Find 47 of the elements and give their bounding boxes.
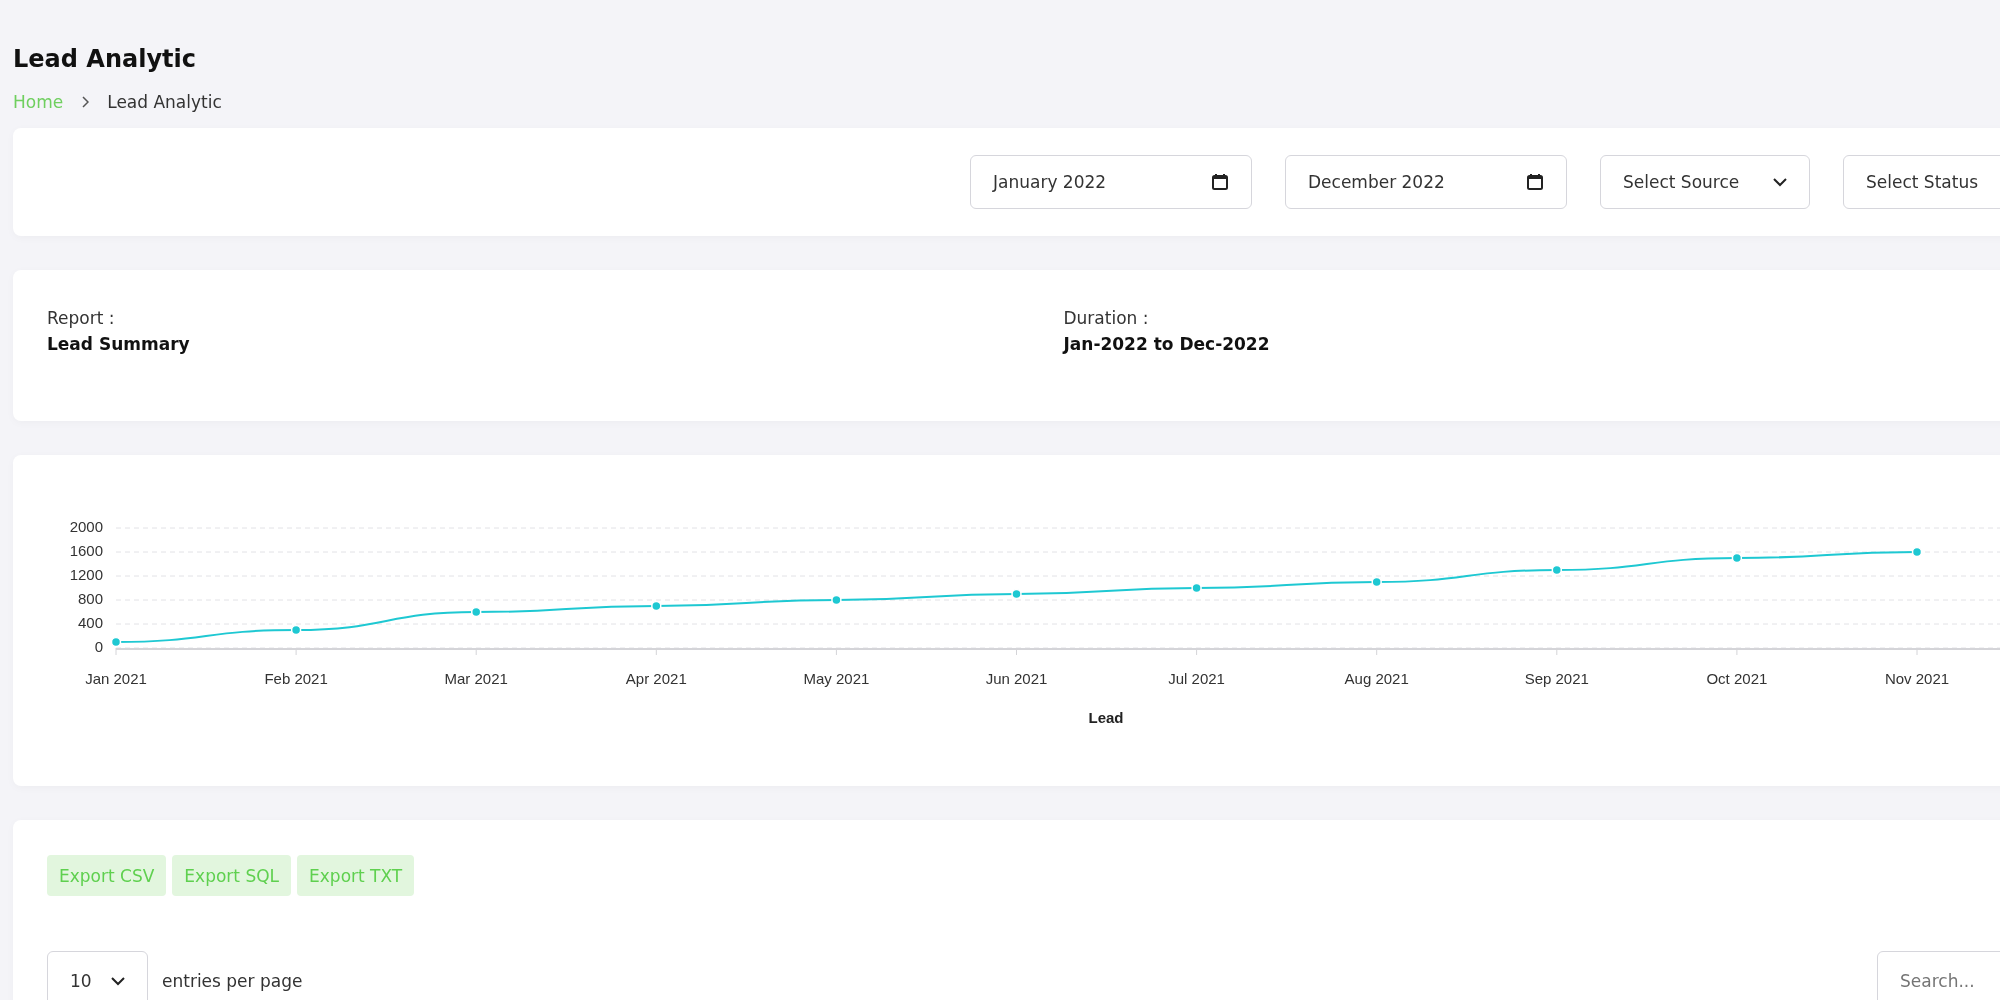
data-point — [1371, 576, 1382, 588]
data-point — [1911, 546, 1923, 558]
entries-label: entries per page — [162, 971, 303, 991]
data-point — [1551, 564, 1563, 576]
x-axis-label: Mar 2021 — [444, 670, 508, 687]
date-field[interactable]: December 2022 — [1285, 155, 1567, 209]
calendar-icon — [1211, 173, 1229, 191]
x-axis-label: Nov 2021 — [1884, 670, 1950, 687]
data-point — [651, 600, 662, 612]
duration-label: Duration : — [1063, 308, 1150, 328]
calendar-icon — [1526, 173, 1544, 191]
x-axis-label: Aug 2021 — [1344, 670, 1409, 687]
data-point — [470, 606, 482, 618]
series-label: Lead — [1088, 709, 1124, 726]
y-axis-label: 1200 — [69, 566, 103, 583]
x-axis-label: Feb 2021 — [264, 670, 328, 687]
x-axis-label: May 2021 — [803, 670, 870, 687]
x-axis-label: Jul 2021 — [1168, 670, 1225, 687]
date-field[interactable]: January 2022 — [970, 155, 1252, 209]
breadcrumb-current: Lead Analytic — [107, 92, 222, 112]
data-point — [1731, 552, 1743, 564]
y-axis-label: 2000 — [69, 518, 103, 535]
source-select[interactable]: Select Source — [1600, 155, 1810, 209]
chevron-down-icon — [1773, 177, 1787, 187]
data-point — [290, 624, 302, 636]
chevron-right-icon — [81, 96, 90, 108]
data-point — [1191, 582, 1202, 594]
x-axis-label: Oct 2021 — [1706, 670, 1768, 687]
y-axis-label: 800 — [77, 590, 103, 607]
data-point — [1011, 588, 1022, 600]
y-axis-label: 1600 — [69, 542, 103, 559]
data-point — [110, 636, 122, 648]
x-axis-label: Sep 2021 — [1524, 670, 1589, 687]
data-point — [831, 594, 842, 606]
search-field[interactable]: Search... — [1877, 951, 2000, 1000]
report-value: Lead Summary — [47, 334, 191, 354]
duration-value: Jan-2022 to Dec-2022 — [1063, 334, 1271, 354]
page-title: Lead Analytic — [13, 44, 197, 75]
x-axis-label: Jun 2021 — [985, 670, 1048, 687]
y-axis-label: 0 — [94, 638, 103, 655]
x-axis-label: Apr 2021 — [625, 670, 687, 687]
x-axis-label: Jan 2021 — [85, 670, 147, 687]
y-axis-label: 400 — [77, 614, 103, 631]
report-label: Report : — [47, 308, 116, 328]
chevron-down-icon — [111, 976, 125, 986]
status-select[interactable]: Select Status — [1843, 155, 2000, 209]
entries-select[interactable]: 10 — [47, 951, 148, 1000]
